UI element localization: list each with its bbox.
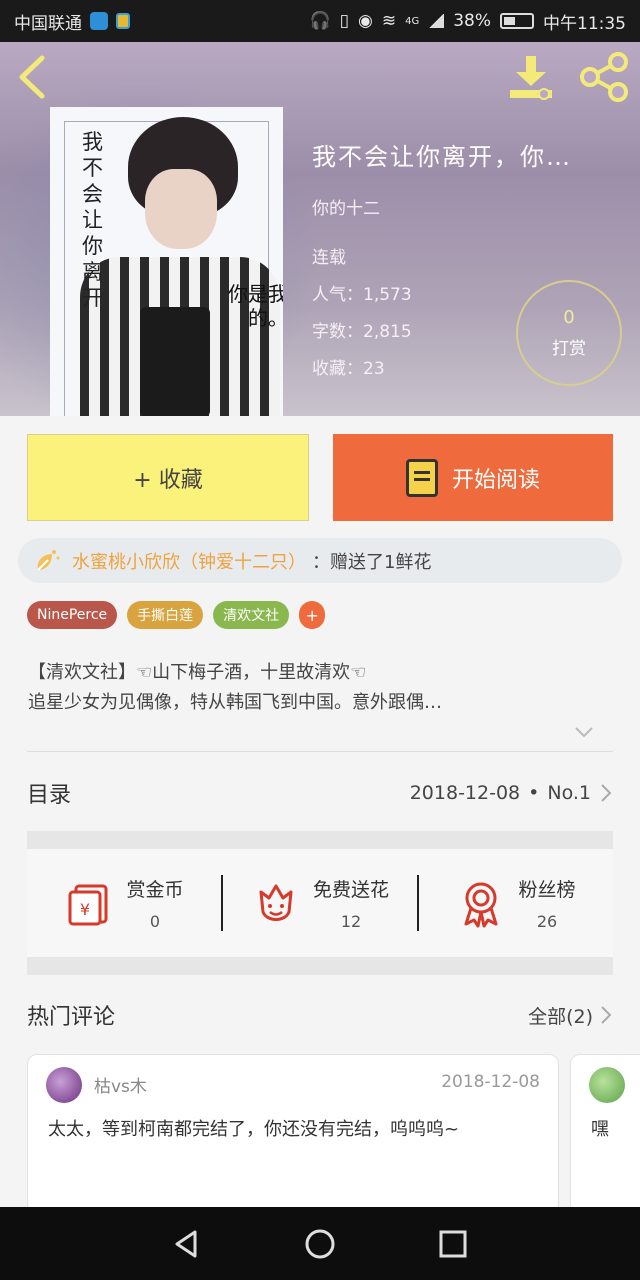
app-lock-icon <box>116 13 130 29</box>
book-title: 我不会让你离开，你… <box>312 143 572 171</box>
tag-list: NinePerce 手撕白莲 清欢文社 + <box>27 601 326 629</box>
comment-username[interactable]: 枯vs木 <box>94 1072 147 1097</box>
share-button[interactable] <box>578 52 630 102</box>
reward-label: 打赏 <box>552 339 586 359</box>
word-count-label: 字数： <box>312 322 363 342</box>
cover-title-text: 我不会让你离开 <box>82 130 103 310</box>
red-envelope-icon: ¥ <box>68 884 108 926</box>
comment-card[interactable]: 枯vs木 2018-12-08 太太，等到柯南都完结了，你还没有完结，呜呜呜~ <box>27 1054 559 1214</box>
gift-sender-name[interactable]: 水蜜桃小欣欣（钟爱十二只） <box>72 548 306 574</box>
system-navigation-bar <box>0 1207 640 1280</box>
vibrate-icon: ▯ <box>339 11 349 31</box>
all-comments-label: 全部(2) <box>528 1005 593 1028</box>
section-divider-band <box>27 831 613 849</box>
toc-chapter: No.1 <box>547 782 591 804</box>
free-flowers-feature[interactable]: 免费送花 12 <box>221 875 417 931</box>
cover-figure-overalls <box>140 307 210 416</box>
gift-notice[interactable]: 水蜜桃小欣欣（钟爱十二只） ：赠送了1鲜花 <box>18 538 622 583</box>
download-icon <box>510 56 552 100</box>
divider <box>27 751 613 752</box>
back-button[interactable] <box>14 54 54 100</box>
fan-ranking-feature[interactable]: 粉丝榜 26 <box>417 875 613 931</box>
download-button[interactable] <box>506 54 556 100</box>
feature-value: 26 <box>536 912 558 931</box>
add-tag-button[interactable]: + <box>299 601 326 629</box>
chevron-right-icon <box>601 1006 612 1024</box>
expand-chevron-icon[interactable] <box>574 722 594 742</box>
flower-icon <box>37 549 60 571</box>
feature-value: 12 <box>340 912 362 931</box>
reward-button[interactable]: 0 打赏 <box>516 280 622 386</box>
favorites-label: 收藏： <box>312 359 363 379</box>
reward-coins-feature[interactable]: ¥ 赏金币 0 <box>27 875 221 931</box>
signal-icon <box>428 14 445 28</box>
word-count-value: 2,815 <box>363 322 412 342</box>
security-shield-icon <box>90 12 108 30</box>
nav-recents-button[interactable] <box>433 1224 473 1264</box>
reward-count: 0 <box>563 307 575 328</box>
toc-date: 2018-12-08 <box>409 782 521 804</box>
popularity-value: 1,573 <box>363 285 412 305</box>
start-reading-button[interactable]: 开始阅读 <box>333 434 613 521</box>
add-to-favorites-button[interactable]: + 收藏 <box>27 434 309 521</box>
network-type-label: 4G <box>405 15 420 27</box>
carrier-label: 中国联通 <box>14 13 82 34</box>
avatar[interactable] <box>589 1067 625 1103</box>
feature-row: ¥ 赏金币 0 免费送花 12 粉丝榜 26 <box>27 849 613 957</box>
table-of-contents-row[interactable]: 目录 2018-12-08 • No.1 <box>27 768 613 818</box>
all-comments-link[interactable]: 全部(2) <box>528 1002 613 1029</box>
tag-chip[interactable]: NinePerce <box>27 601 118 629</box>
book-header: 我不会让你离开 你是我的。 我不会让你离开，你… 你的十二 连载 人气：1,57… <box>0 42 640 416</box>
toc-separator: • <box>528 782 540 804</box>
hot-comments-header: 热门评论 全部(2) <box>27 990 613 1040</box>
cover-subtitle-text: 你是我的。 <box>228 282 283 330</box>
toc-latest: 2018-12-08 • No.1 <box>410 782 613 804</box>
status-bar: 中国联通 🎧 ▯ ◉ ≋ 4G 38% 中午11:35 <box>0 0 640 42</box>
comment-body: 嘿 <box>591 1119 609 1140</box>
svg-text:¥: ¥ <box>80 900 90 919</box>
avatar[interactable] <box>46 1067 82 1103</box>
comment-body: 太太，等到柯南都完结了，你还没有完结，呜呜呜~ <box>48 1119 460 1140</box>
feature-value: 0 <box>149 912 161 931</box>
book-status: 连载 <box>312 248 346 268</box>
comment-card[interactable]: 嘿 <box>570 1054 640 1214</box>
nav-home-button[interactable] <box>300 1224 340 1264</box>
synopsis-line: 追星少女为见偶像，特从韩国飞到中国。意外跟偶… <box>28 692 442 713</box>
chevron-right-icon <box>601 784 612 802</box>
synopsis-line: 【清欢文社】☜山下梅子酒，十里故清欢☜ <box>28 662 367 683</box>
comment-date: 2018-12-08 <box>441 1072 540 1092</box>
clock: 中午11:35 <box>543 13 626 34</box>
tag-chip[interactable]: 清欢文社 <box>213 601 290 629</box>
flower-smile-icon <box>259 884 293 921</box>
favorite-button-label: + 收藏 <box>133 467 203 493</box>
book-synopsis[interactable]: 【清欢文社】☜山下梅子酒，十里故清欢☜ 追星少女为见偶像，特从韩国飞到中国。意外… <box>28 658 614 718</box>
feature-label: 赏金币 <box>126 879 184 901</box>
cover-figure-face <box>145 169 217 249</box>
nav-back-button[interactable] <box>167 1224 207 1264</box>
feature-label: 粉丝榜 <box>518 879 576 901</box>
popularity-label: 人气： <box>312 285 363 305</box>
share-icon <box>580 52 628 102</box>
gift-message: ：赠送了1鲜花 <box>312 551 432 573</box>
battery-icon <box>500 13 534 29</box>
toc-label: 目录 <box>27 783 72 808</box>
book-cover[interactable]: 我不会让你离开 你是我的。 <box>50 107 283 416</box>
back-arrow-icon <box>19 55 45 99</box>
book-icon <box>405 458 438 497</box>
start-reading-label: 开始阅读 <box>451 467 540 493</box>
book-author[interactable]: 你的十二 <box>312 194 572 219</box>
feature-label: 免费送花 <box>312 879 389 901</box>
wifi-icon: ≋ <box>381 11 397 31</box>
headphones-icon: 🎧 <box>309 11 331 31</box>
favorites-value: 23 <box>363 359 385 379</box>
tag-chip[interactable]: 手撕白莲 <box>127 601 204 629</box>
eye-icon: ◉ <box>357 11 373 31</box>
battery-percent: 38% <box>453 11 491 31</box>
hot-comments-title: 热门评论 <box>27 1005 116 1030</box>
section-divider-band <box>27 957 613 975</box>
award-ribbon-icon <box>464 882 498 928</box>
